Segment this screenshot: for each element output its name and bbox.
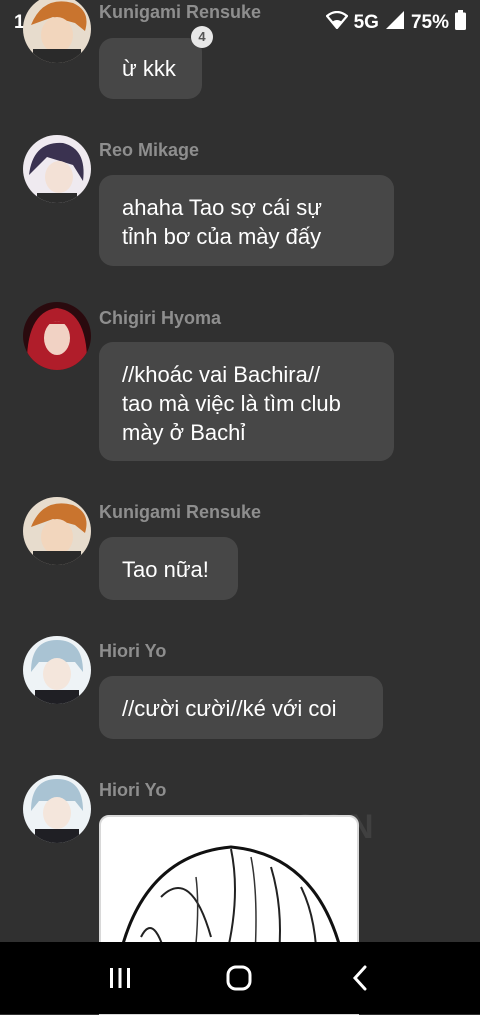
network-label: 5G — [353, 12, 379, 33]
message-bubble[interactable]: ừ kkk — [99, 38, 202, 99]
message-bubble[interactable]: //khoác vai Bachira// tao mà việc là tìm… — [99, 342, 394, 461]
status-icons: 5G 75% — [325, 10, 466, 36]
avatar[interactable] — [23, 0, 91, 63]
recent-apps-button[interactable] — [100, 960, 140, 996]
signal-icon — [385, 10, 405, 36]
battery-text: 75% — [410, 12, 449, 33]
sender-name: Hiori Yo — [99, 641, 167, 661]
avatar[interactable] — [23, 135, 91, 203]
sender-name: Kunigami Rensuke — [99, 2, 262, 22]
sender-name: Kunigami Rensuke — [99, 502, 262, 522]
navigation-bar — [0, 942, 480, 1014]
back-button[interactable] — [340, 960, 380, 996]
home-button[interactable] — [219, 960, 259, 996]
avatar[interactable] — [23, 636, 91, 704]
message-bubble[interactable]: ahaha Tao sợ cái sự tỉnh bơ của mày đấy — [99, 175, 394, 266]
avatar[interactable] — [23, 497, 91, 565]
message-bubble[interactable]: Tao nữa! — [99, 537, 238, 600]
avatar[interactable] — [23, 775, 91, 843]
sender-name: Reo Mikage — [99, 140, 200, 160]
unread-badge[interactable]: 4 — [191, 26, 213, 48]
wifi-icon — [325, 10, 349, 35]
sender-name: Chigiri Hyoma — [99, 308, 222, 328]
sender-name: Hiori Yo — [99, 780, 167, 800]
message-bubble[interactable]: //cười cười//ké với coi — [99, 676, 383, 739]
battery-icon — [455, 10, 466, 36]
avatar[interactable] — [23, 302, 91, 370]
